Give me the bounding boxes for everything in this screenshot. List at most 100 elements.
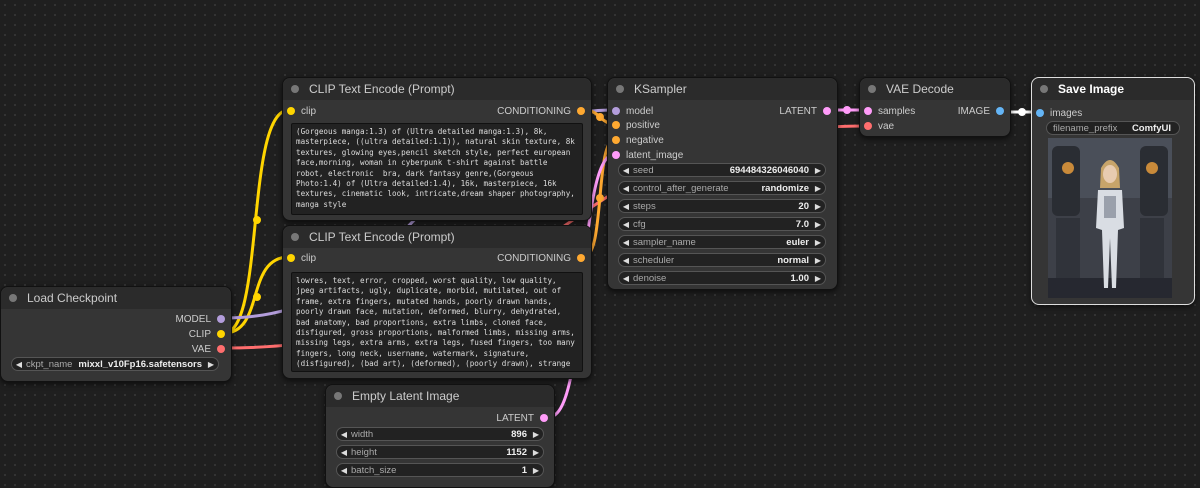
arrow-left-icon[interactable]: ◀	[337, 448, 351, 457]
width-widget[interactable]: ◀ width 896 ▶	[336, 427, 544, 441]
clip-text-encode-negative-node[interactable]: CLIP Text Encode (Prompt) clip CONDITION…	[282, 225, 592, 379]
arrow-right-icon[interactable]: ▶	[529, 448, 543, 457]
input-label-clip: clip	[301, 105, 317, 117]
output-label-model: MODEL	[175, 313, 211, 325]
widget-label: filename_prefix	[1053, 122, 1118, 134]
widget-value: euler	[786, 236, 809, 248]
arrow-left-icon[interactable]: ◀	[12, 360, 26, 369]
output-label-conditioning: CONDITIONING	[497, 252, 571, 264]
input-slot-vae[interactable]	[864, 122, 872, 130]
batch-size-widget[interactable]: ◀ batch_size 1 ▶	[336, 463, 544, 477]
ksampler-node[interactable]: KSampler model positive negative latent_…	[607, 77, 838, 290]
widget-label: batch_size	[351, 464, 397, 476]
connection-wires	[222, 106, 1042, 419]
input-slot-images[interactable]	[1036, 109, 1044, 117]
output-slot-latent[interactable]	[823, 107, 831, 115]
seed-widget[interactable]: ◀ seed 694484326046040 ▶	[618, 163, 826, 177]
input-slot-samples[interactable]	[864, 107, 872, 115]
input-label-samples: samples	[878, 105, 916, 117]
arrow-left-icon[interactable]: ◀	[337, 430, 351, 439]
input-slot-latent-image[interactable]	[612, 151, 620, 159]
filename-prefix-widget[interactable]: filename_prefix ComfyUI	[1046, 121, 1180, 135]
positive-prompt-textarea[interactable]: (Gorgeous manga:1.3) of (Ultra detailed …	[291, 123, 583, 215]
widget-label: steps	[633, 200, 656, 212]
input-slot-clip[interactable]	[287, 254, 295, 262]
arrow-right-icon[interactable]: ▶	[811, 238, 825, 247]
negative-prompt-textarea[interactable]: lowres, text, error, cropped, worst qual…	[291, 272, 583, 372]
node-header[interactable]: Empty Latent Image	[326, 385, 554, 407]
widget-label: ckpt_name	[26, 358, 73, 370]
arrow-left-icon[interactable]: ◀	[619, 166, 633, 175]
arrow-right-icon[interactable]: ▶	[811, 184, 825, 193]
output-slot-conditioning[interactable]	[577, 107, 585, 115]
widget-value: normal	[777, 254, 809, 266]
steps-widget[interactable]: ◀ steps 20 ▶	[618, 199, 826, 213]
arrow-right-icon[interactable]: ▶	[811, 256, 825, 265]
arrow-right-icon[interactable]: ▶	[529, 430, 543, 439]
output-slot-clip[interactable]	[217, 330, 225, 338]
load-checkpoint-node[interactable]: Load Checkpoint MODEL CLIP VAE ◀ ckpt_na…	[0, 286, 232, 382]
node-header[interactable]: VAE Decode	[860, 78, 1010, 100]
arrow-right-icon[interactable]: ▶	[529, 466, 543, 475]
save-image-node[interactable]: Save Image images filename_prefix ComfyU…	[1031, 77, 1195, 305]
arrow-left-icon[interactable]: ◀	[619, 202, 633, 211]
arrow-left-icon[interactable]: ◀	[619, 256, 633, 265]
input-label-clip: clip	[301, 252, 317, 264]
collapse-dot-icon[interactable]	[868, 85, 876, 93]
node-title: VAE Decode	[886, 82, 954, 96]
input-slot-clip[interactable]	[287, 107, 295, 115]
input-slot-model[interactable]	[612, 107, 620, 115]
output-slot-model[interactable]	[217, 315, 225, 323]
node-header[interactable]: Load Checkpoint	[1, 287, 231, 309]
output-label-vae: VAE	[191, 343, 211, 355]
node-header[interactable]: Save Image	[1032, 78, 1194, 100]
output-image-preview[interactable]	[1048, 138, 1172, 298]
output-label-latent: LATENT	[779, 105, 817, 117]
node-header[interactable]: CLIP Text Encode (Prompt)	[283, 78, 591, 100]
arrow-right-icon[interactable]: ▶	[811, 220, 825, 229]
sampler-name-widget[interactable]: ◀ sampler_name euler ▶	[618, 235, 826, 249]
widget-value: 20	[798, 200, 809, 212]
widget-value: 1	[521, 464, 527, 476]
denoise-widget[interactable]: ◀ denoise 1.00 ▶	[618, 271, 826, 285]
cfg-widget[interactable]: ◀ cfg 7.0 ▶	[618, 217, 826, 231]
node-title: Save Image	[1058, 82, 1125, 96]
output-label-image: IMAGE	[957, 105, 990, 117]
widget-value: mixxl_v10Fp16.safetensors	[78, 358, 202, 370]
node-header[interactable]: CLIP Text Encode (Prompt)	[283, 226, 591, 248]
input-slot-negative[interactable]	[612, 136, 620, 144]
arrow-right-icon[interactable]: ▶	[811, 166, 825, 175]
collapse-dot-icon[interactable]	[334, 392, 342, 400]
arrow-right-icon[interactable]: ▶	[204, 360, 218, 369]
control-after-generate-widget[interactable]: ◀ control_after_generate randomize ▶	[618, 181, 826, 195]
collapse-dot-icon[interactable]	[1040, 85, 1048, 93]
height-widget[interactable]: ◀ height 1152 ▶	[336, 445, 544, 459]
arrow-right-icon[interactable]: ▶	[811, 202, 825, 211]
collapse-dot-icon[interactable]	[616, 85, 624, 93]
output-slot-latent[interactable]	[540, 414, 548, 422]
arrow-left-icon[interactable]: ◀	[619, 238, 633, 247]
ckpt-name-combo[interactable]: ◀ ckpt_name mixxl_v10Fp16.safetensors ▶	[11, 357, 219, 371]
node-title: CLIP Text Encode (Prompt)	[309, 82, 455, 96]
widget-label: height	[351, 446, 377, 458]
output-slot-conditioning[interactable]	[577, 254, 585, 262]
scheduler-widget[interactable]: ◀ scheduler normal ▶	[618, 253, 826, 267]
node-header[interactable]: KSampler	[608, 78, 837, 100]
arrow-right-icon[interactable]: ▶	[811, 274, 825, 283]
arrow-left-icon[interactable]: ◀	[619, 274, 633, 283]
collapse-dot-icon[interactable]	[291, 233, 299, 241]
clip-text-encode-positive-node[interactable]: CLIP Text Encode (Prompt) clip CONDITION…	[282, 77, 592, 221]
widget-value: 896	[511, 428, 527, 440]
empty-latent-image-node[interactable]: Empty Latent Image LATENT ◀ width 896 ▶ ◀ he…	[325, 384, 555, 488]
output-slot-vae[interactable]	[217, 345, 225, 353]
arrow-left-icon[interactable]: ◀	[619, 184, 633, 193]
collapse-dot-icon[interactable]	[9, 294, 17, 302]
collapse-dot-icon[interactable]	[291, 85, 299, 93]
vae-decode-node[interactable]: VAE Decode samples vae IMAGE	[859, 77, 1011, 137]
widget-label: denoise	[633, 272, 667, 284]
input-slot-positive[interactable]	[612, 121, 620, 129]
arrow-left-icon[interactable]: ◀	[337, 466, 351, 475]
input-label-model: model	[626, 105, 654, 117]
arrow-left-icon[interactable]: ◀	[619, 220, 633, 229]
output-slot-image[interactable]	[996, 107, 1004, 115]
